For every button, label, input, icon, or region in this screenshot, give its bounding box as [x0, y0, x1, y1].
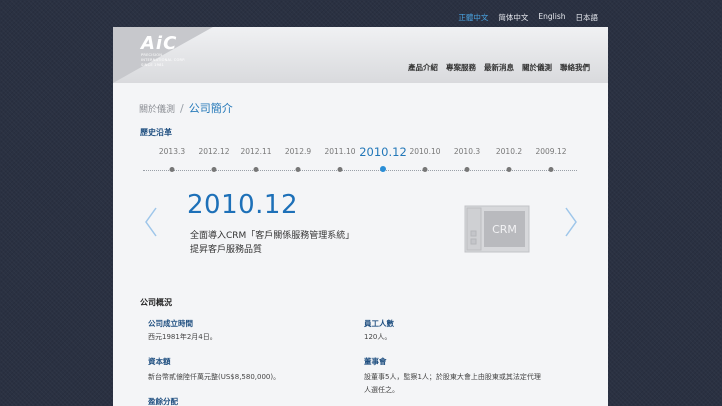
nav-products[interactable]: 產品介紹	[408, 62, 438, 73]
employees-label: 員工人數	[364, 319, 394, 328]
timeline-dot[interactable]	[464, 167, 470, 172]
timeline-dot[interactable]	[253, 167, 259, 172]
page-title: 公司簡介	[188, 102, 233, 115]
timeline-year[interactable]: 2011.10	[324, 147, 355, 156]
timeline-year[interactable]: 2010.10	[409, 147, 440, 156]
event-line-1: 全面導入CRM「客戶關係服務管理系統」	[190, 231, 355, 241]
event-line-2: 提昇客戶服務品質	[190, 245, 263, 255]
board-value-1: 設董事5人，監察1人；於股東大會上由股東或其法定代理	[364, 373, 541, 381]
timeline-year[interactable]: 2012.11	[240, 147, 271, 156]
nav-about[interactable]: 關於儀測	[522, 62, 552, 73]
timeline-dot[interactable]	[337, 167, 343, 172]
timeline-year[interactable]: 2009.12	[535, 147, 566, 156]
timeline-dot[interactable]	[548, 167, 554, 172]
site-header: AiC PRECISION INTERNATIONAL CORP. SINCE …	[113, 27, 608, 83]
nav-news[interactable]: 最新消息	[484, 62, 514, 73]
lang-simplified-chinese[interactable]: 简体中文	[498, 12, 528, 23]
lang-english[interactable]: English	[538, 12, 565, 23]
logo-mark: AiC	[141, 33, 178, 54]
language-switcher: 正體中文 简体中文 English 日本語	[458, 12, 598, 23]
timeline-year[interactable]: 2010.2	[496, 147, 522, 156]
timeline-year[interactable]: 2010.3	[454, 147, 480, 156]
lang-traditional-chinese[interactable]: 正體中文	[458, 12, 488, 23]
timeline-dot[interactable]	[169, 167, 175, 172]
capital-label: 資本額	[148, 357, 171, 366]
breadcrumb-parent[interactable]: 關於儀測	[139, 102, 175, 115]
timeline-dot[interactable]	[295, 167, 301, 172]
nav-contact[interactable]: 聯絡我們	[560, 62, 590, 73]
lang-japanese[interactable]: 日本語	[576, 12, 599, 23]
breadcrumb: 關於儀測 / 公司簡介	[139, 100, 233, 116]
timeline-dot[interactable]	[506, 167, 512, 172]
active-year-heading: 2010.12	[187, 190, 299, 220]
timeline-year-active[interactable]: 2010.12	[359, 145, 407, 159]
history-title: 歷史沿革	[140, 128, 172, 137]
next-arrow-icon[interactable]	[564, 207, 578, 237]
timeline-line	[143, 170, 577, 171]
nav-services[interactable]: 專案服務	[446, 62, 476, 73]
timeline-dot-active[interactable]	[380, 166, 386, 172]
founded-label: 公司成立時間	[148, 319, 193, 328]
timeline-year[interactable]: 2012.9	[285, 147, 311, 156]
content-card: AiC PRECISION INTERNATIONAL CORP. SINCE …	[113, 27, 608, 406]
crm-icon-label: CRM	[492, 223, 517, 236]
logo-since: SINCE 1981	[141, 63, 165, 67]
prev-arrow-icon[interactable]	[144, 207, 158, 237]
event-description: 全面導入CRM「客戶關係服務管理系統」 提昇客戶服務品質	[190, 229, 354, 257]
dividend-label: 盈餘分配	[148, 397, 178, 406]
logo-company-name: PRECISION INTERNATIONAL CORP.	[141, 53, 186, 62]
company-logo[interactable]: AiC PRECISION INTERNATIONAL CORP. SINCE …	[141, 35, 191, 68]
timeline-years: 2013.3 2012.12 2012.11 2012.9 2011.10 20…	[113, 145, 608, 159]
breadcrumb-separator: /	[180, 102, 184, 115]
employees-value: 120人。	[364, 333, 392, 341]
timeline-year[interactable]: 2012.12	[198, 147, 229, 156]
board-value-2: 人選任之。	[364, 386, 399, 394]
capital-value: 新台幣貳億陸仟萬元整(US$8,580,000)。	[148, 373, 281, 381]
crm-icon: CRM	[464, 205, 530, 257]
founded-value: 西元1981年2月4日。	[148, 333, 217, 341]
main-nav: 產品介紹 專案服務 最新消息 關於儀測 聯絡我們	[408, 62, 590, 73]
board-label: 董事會	[364, 357, 387, 366]
timeline-dot[interactable]	[422, 167, 428, 172]
timeline-year[interactable]: 2013.3	[159, 147, 185, 156]
timeline-dot[interactable]	[211, 167, 217, 172]
overview-title: 公司概況	[140, 298, 172, 307]
